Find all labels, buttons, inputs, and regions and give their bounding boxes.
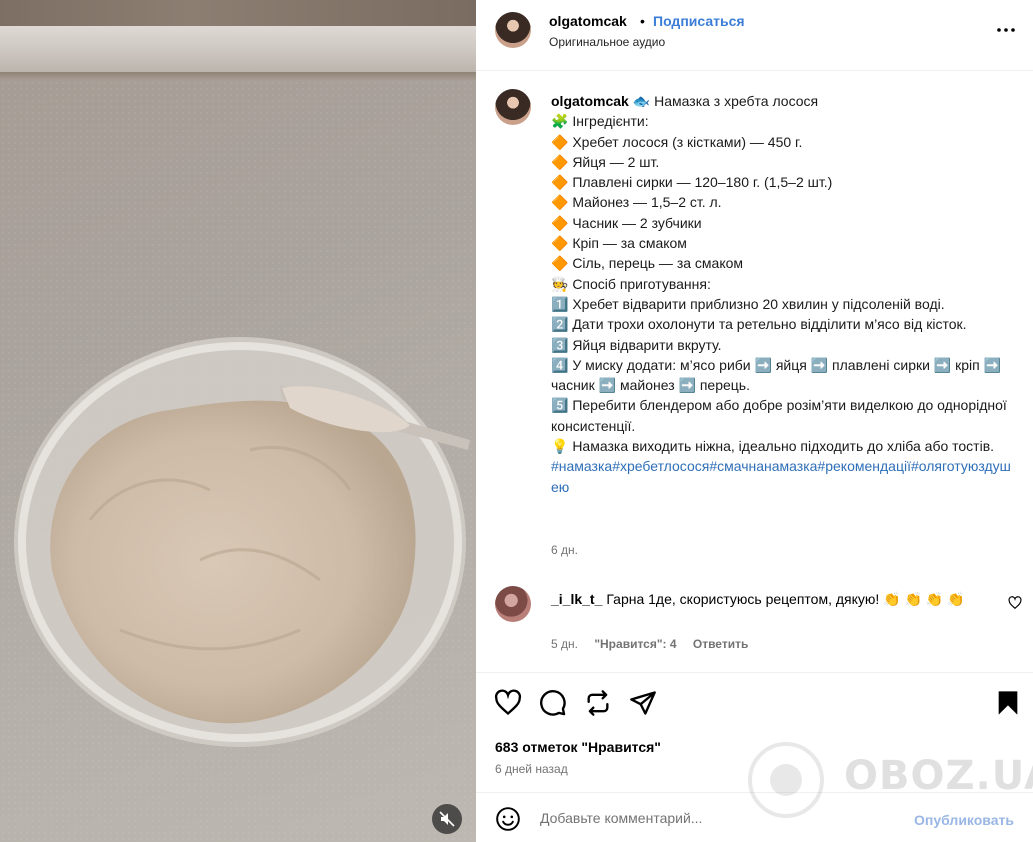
comment-meta: 5 дн. "Нравится": 4 Ответить — [551, 637, 761, 651]
caption-line: 🐟 Намазка з хребта лосося — [632, 93, 819, 109]
caption-line: 5️⃣ Перебити блендером або добре розім’я… — [551, 397, 1007, 434]
saved-bookmark-icon[interactable] — [994, 689, 1022, 717]
comment-input[interactable] — [540, 807, 900, 829]
speaker-muted-icon — [439, 811, 455, 827]
likes-count[interactable]: 683 отметок "Нравится" — [495, 739, 661, 755]
caption-time[interactable]: 6 дн. — [551, 543, 578, 557]
caption-line: 🔶 Сіль, перець — за смаком — [551, 255, 744, 272]
emoji-smiley-icon[interactable] — [495, 806, 521, 832]
commenter-avatar[interactable] — [495, 586, 531, 622]
mute-button[interactable] — [432, 804, 462, 834]
comment-like-heart-icon[interactable] — [1008, 596, 1022, 610]
caption-line: 🔶 Кріп — за смаком — [551, 235, 687, 252]
comment-text: _i_lk_t_ Гарна 1де, скористуюсь рецептом,… — [551, 589, 971, 609]
fish-spread-bowl-image — [14, 337, 470, 747]
follow-button[interactable]: Подписаться — [653, 13, 745, 29]
caption-username[interactable]: olgatomcak — [551, 93, 629, 109]
caption-line: 🔶 Часник — 2 зубчики — [551, 214, 702, 231]
caption-line: 🔶 Хребет лосося (з кістками) — 450 г. — [551, 133, 803, 150]
post-media[interactable] — [0, 0, 476, 842]
post-panel: olgatomcak • Подписаться Оригинальное ау… — [476, 0, 1033, 842]
caption-line: 🔶 Яйця — 2 шт. — [551, 153, 660, 170]
audio-label[interactable]: Оригинальное аудио — [549, 35, 665, 49]
caption-line: 2️⃣ Дати трохи охолонути та ретельно від… — [551, 316, 967, 333]
repost-icon[interactable] — [584, 689, 612, 717]
comment-likes[interactable]: "Нравится": 4 — [594, 637, 676, 651]
caption-line: 🔶 Плавлені сирки — 120–180 г. (1,5–2 шт.… — [551, 174, 833, 191]
background-ledge — [0, 26, 476, 76]
more-horizontal-icon[interactable] — [994, 18, 1018, 42]
hashtags-link[interactable]: #намазка#хребетлосося#смачнанамазка#реко… — [551, 456, 1016, 497]
comment-bubble-icon[interactable] — [539, 689, 567, 717]
caption-text: olgatomcak 🐟 Намазка з хребта лосося 🧩 Ін… — [551, 91, 1016, 497]
share-send-icon[interactable] — [629, 689, 657, 717]
background-ledge-shadow — [0, 72, 476, 80]
caption-line: 💡 Намазка виходить ніжна, ідеально підхо… — [551, 438, 995, 455]
publish-button[interactable]: Опубликовать — [914, 812, 1014, 828]
author-username[interactable]: olgatomcak — [549, 13, 627, 29]
caption-line: 🔶 Майонез — 1,5–2 ст. л. — [551, 194, 722, 211]
caption-line: 1️⃣ Хребет відварити приблизно 20 хвилин… — [551, 295, 945, 312]
action-bar: 683 отметок "Нравится" 6 дней назад — [476, 672, 1033, 792]
caption-line: 3️⃣ Яйця відварити вкруту. — [551, 336, 722, 353]
comment-time[interactable]: 5 дн. — [551, 637, 578, 651]
author-avatar[interactable] — [495, 12, 531, 48]
add-comment-bar: Опубликовать — [476, 792, 1033, 842]
caption-section: olgatomcak 🐟 Намазка з хребта лосося 🧩 Ін… — [476, 72, 1033, 672]
post-header: olgatomcak • Подписаться Оригинальное ау… — [476, 0, 1033, 71]
commenter-username[interactable]: _i_lk_t_ — [551, 591, 602, 607]
caption-line: 4️⃣ У миску додати: м’ясо риби ➡️ яйця ➡… — [551, 356, 1002, 394]
like-heart-icon[interactable] — [494, 689, 522, 717]
separator-dot: • — [640, 13, 645, 29]
caption-line: 🧑‍🍳 Спосіб приготування: — [551, 275, 711, 292]
reply-button[interactable]: Ответить — [693, 637, 748, 651]
post-date[interactable]: 6 дней назад — [495, 762, 568, 776]
caption-avatar[interactable] — [495, 89, 531, 125]
caption-line: 🧩 Інгредієнти: — [551, 113, 649, 130]
comment-body: Гарна 1де, скористуюсь рецептом, дякую! … — [606, 591, 965, 607]
